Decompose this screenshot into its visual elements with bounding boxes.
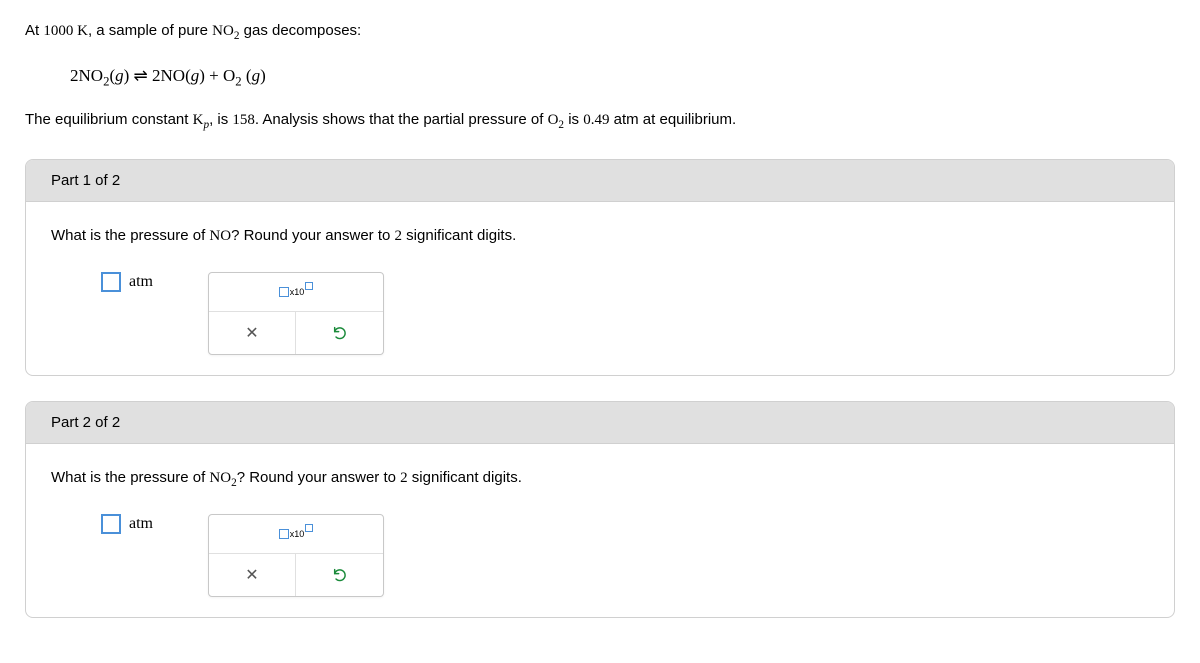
part-2-body: What is the pressure of NO2? Round your …: [26, 444, 1174, 617]
part-2-answer-input[interactable]: [101, 514, 121, 534]
q2-post: ? Round your answer to: [237, 469, 400, 486]
part-2-container: Part 2 of 2 What is the pressure of NO2?…: [25, 401, 1175, 618]
q2-sigfigs: 2: [400, 470, 408, 486]
sci-notation-button[interactable]: x10: [209, 515, 383, 553]
q1-compound: NO: [209, 228, 231, 244]
k-sym: K: [193, 112, 204, 128]
intro-line: At 1000 K, a sample of pure NO2 gas deco…: [25, 20, 1175, 45]
compound-base: NO: [212, 23, 234, 39]
part-1-answer-input[interactable]: [101, 272, 121, 292]
reset-button[interactable]: [296, 554, 383, 596]
part-1-unit: atm: [129, 273, 153, 291]
chemical-equation: 2NO2(g) ⇌ 2NO(g) + O2 (g): [25, 63, 1175, 92]
q2-compound-base: NO: [209, 470, 231, 486]
o-sym: O: [548, 112, 559, 128]
q1-pre: What is the pressure of: [51, 227, 209, 244]
part-2-input-group: atm: [101, 514, 153, 534]
intro-post: gas decomposes:: [239, 22, 361, 39]
sci-x10: x10: [290, 529, 305, 539]
o2-symbol: O2: [548, 112, 564, 128]
q1-sigfigs: 2: [395, 228, 403, 244]
sci-exponent-box: [305, 524, 313, 532]
reset-icon: [332, 567, 348, 583]
part-1-container: Part 1 of 2 What is the pressure of NO? …: [25, 159, 1175, 376]
problem-statement: At 1000 K, a sample of pure NO2 gas deco…: [25, 20, 1175, 134]
part-2-question: What is the pressure of NO2? Round your …: [51, 469, 1149, 489]
part-2-toolbox: x10 ✕: [208, 514, 384, 597]
kp-symbol: Kp: [193, 112, 209, 128]
const-mid: , is: [209, 111, 232, 128]
reset-button[interactable]: [296, 312, 383, 354]
q1-end: significant digits.: [402, 227, 516, 244]
part-2-answer-row: atm x10 ✕: [51, 514, 1149, 597]
compound-no2: NO2: [212, 23, 239, 39]
x-icon: ✕: [245, 323, 258, 343]
sci-notation-icon: x10: [279, 529, 314, 539]
q1-post: ? Round your answer to: [231, 227, 394, 244]
part-1-answer-row: atm x10 ✕: [51, 272, 1149, 355]
sci-x10: x10: [290, 287, 305, 297]
part-1-input-group: atm: [101, 272, 153, 292]
part-1-body: What is the pressure of NO? Round your a…: [26, 202, 1174, 375]
sci-mantissa-box: [279, 529, 289, 539]
clear-button[interactable]: ✕: [209, 312, 296, 354]
kp-value: 158: [232, 112, 255, 128]
const-mid3: is: [564, 111, 583, 128]
intro-pre: At: [25, 22, 43, 39]
part-2-header: Part 2 of 2: [26, 402, 1174, 444]
x-icon: ✕: [245, 565, 258, 585]
q2-end: significant digits.: [408, 469, 522, 486]
intro-mid: , a sample of pure: [88, 22, 212, 39]
q2-pre: What is the pressure of: [51, 469, 209, 486]
reset-icon: [332, 325, 348, 341]
q2-compound: NO2: [209, 470, 236, 486]
o2-pressure: 0.49: [583, 112, 609, 128]
part-1-question: What is the pressure of NO? Round your a…: [51, 227, 1149, 247]
const-mid2: . Analysis shows that the partial pressu…: [255, 111, 548, 128]
clear-button[interactable]: ✕: [209, 554, 296, 596]
sci-mantissa-box: [279, 287, 289, 297]
sci-notation-button[interactable]: x10: [209, 273, 383, 311]
part-2-unit: atm: [129, 515, 153, 533]
q1-compound-base: NO: [209, 228, 231, 244]
sci-notation-icon: x10: [279, 287, 314, 297]
sci-exponent-box: [305, 282, 313, 290]
part-1-header: Part 1 of 2: [26, 160, 1174, 202]
part-1-toolbox: x10 ✕: [208, 272, 384, 355]
const-pre: The equilibrium constant: [25, 111, 193, 128]
constant-line: The equilibrium constant Kp, is 158. Ana…: [25, 109, 1175, 134]
temperature: 1000 K: [43, 23, 88, 39]
const-post: atm at equilibrium.: [609, 111, 736, 128]
